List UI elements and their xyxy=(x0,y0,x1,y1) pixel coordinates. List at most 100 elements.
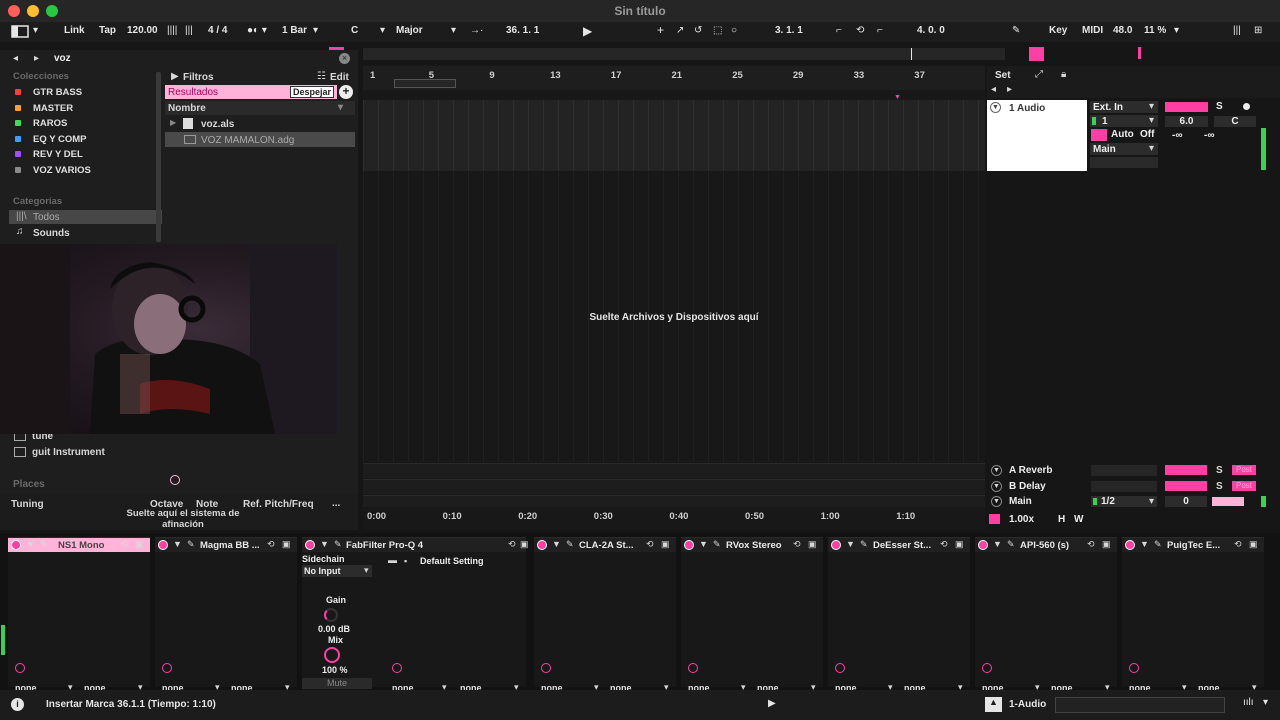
session-record-icon[interactable]: ○ xyxy=(731,25,737,36)
meter-icon[interactable]: ıılı xyxy=(1243,697,1254,708)
wrench-icon[interactable]: ✎ xyxy=(1154,539,1162,550)
overview-icon[interactable]: ||| xyxy=(1233,25,1241,36)
input-channel-dropdown[interactable]: 1 ▾ xyxy=(1090,115,1158,127)
loop-length-field[interactable]: 4. 0. 0 xyxy=(917,25,945,36)
device-6[interactable]: ▼ ✎ API-560 (s) ⟲ ▣ none ▾ none ▾ xyxy=(975,537,1117,693)
chevron-down-icon[interactable]: ▼ xyxy=(699,539,708,549)
mix-knob[interactable] xyxy=(324,647,340,663)
macro-knob[interactable] xyxy=(392,663,402,673)
time-signature-field[interactable]: 4 / 4 xyxy=(208,25,227,36)
chevron-down-icon[interactable]: ▼ xyxy=(1140,539,1149,549)
view-toggle-icon[interactable] xyxy=(11,24,29,41)
wrench-icon[interactable]: ✎ xyxy=(40,539,48,550)
draw-mode-icon[interactable]: ✎ xyxy=(1012,25,1020,36)
fold-icon[interactable]: ▼ xyxy=(991,481,1002,492)
clear-results-button[interactable]: Despejar xyxy=(290,86,335,98)
device-7[interactable]: ▼ ✎ PuigTec E... ⟲ ▣ none ▾ none ▾ xyxy=(1122,537,1264,693)
expand-triangle-icon[interactable]: ▶ xyxy=(170,118,176,127)
output-channel-dropdown[interactable] xyxy=(1090,157,1158,168)
solo-button[interactable]: S xyxy=(1216,101,1223,112)
send-a-value[interactable]: -∞ xyxy=(1172,130,1182,141)
pan-field[interactable]: C xyxy=(1214,116,1256,127)
preview-icon[interactable] xyxy=(170,475,180,485)
track-name[interactable]: 1 Audio xyxy=(1009,103,1045,114)
volume-field[interactable]: 6.0 xyxy=(1165,116,1208,127)
device-0[interactable]: ▼ ✎ NS1 Mono ⟲ ▣ none ▾ none ▾ xyxy=(8,537,150,693)
save-preset-icon[interactable]: ▣ xyxy=(135,539,144,550)
save-preset-icon[interactable]: ▣ xyxy=(808,539,817,550)
macro-knob[interactable] xyxy=(982,663,992,673)
save-preset-icon[interactable]: ▣ xyxy=(282,539,291,550)
macro-knob[interactable] xyxy=(688,663,698,673)
arm-button[interactable] xyxy=(1165,102,1208,112)
device-header[interactable]: ▼ ✎ API-560 (s) ⟲ ▣ xyxy=(975,538,1117,552)
chevron-down-icon[interactable]: ▼ xyxy=(26,539,35,549)
device-power-icon[interactable] xyxy=(11,540,21,550)
monitor-auto-button[interactable]: Auto xyxy=(1111,129,1134,140)
wrench-icon[interactable]: ✎ xyxy=(713,539,721,550)
chevron-down-icon[interactable]: ▾ xyxy=(1174,25,1179,36)
device-power-icon[interactable] xyxy=(537,540,547,550)
main-track[interactable]: ▼ Main 1/2 ▾ 0 xyxy=(987,495,1280,508)
chevron-down-icon[interactable]: ▾ xyxy=(33,25,38,36)
macro-knob[interactable] xyxy=(1129,663,1139,673)
view-grid-icon[interactable]: ⊞ xyxy=(1254,25,1262,36)
save-preset-icon[interactable]: ▣ xyxy=(955,539,964,550)
monitor-in-button[interactable] xyxy=(1091,129,1107,141)
follow-toggle[interactable] xyxy=(989,514,1000,524)
expand-triangle-icon[interactable]: ▶ xyxy=(171,71,179,82)
chevron-down-icon[interactable]: ▾ xyxy=(1263,697,1268,708)
fold-icon[interactable]: ▼ xyxy=(991,496,1002,507)
capture-icon[interactable]: ⬚ xyxy=(713,25,722,36)
macro-knob[interactable] xyxy=(162,663,172,673)
midi-map-label[interactable]: MIDI xyxy=(1082,25,1103,36)
follow-icon[interactable]: →· xyxy=(470,25,483,36)
result-item-selected[interactable]: VOZ MAMALON.adg xyxy=(165,132,355,147)
refresh-icon[interactable]: ⟲ xyxy=(267,539,275,550)
result-item[interactable]: ▶ voz.als xyxy=(165,116,355,131)
tempo-field[interactable]: 120.00 xyxy=(127,25,158,36)
device-header[interactable]: ▼ ✎ FabFilter Pro-Q 4 ⟲ ▣ xyxy=(302,538,529,552)
search-input[interactable]: voz xyxy=(54,53,71,64)
device-power-icon[interactable] xyxy=(1125,540,1135,550)
input-type-dropdown[interactable]: Ext. In ▾ xyxy=(1090,101,1158,113)
track-selector-icon[interactable]: ▲ xyxy=(985,697,1002,712)
macro-knob[interactable] xyxy=(15,663,25,673)
h-button[interactable]: H xyxy=(1058,514,1065,525)
refresh-icon[interactable]: ⟲ xyxy=(940,539,948,550)
category-item-all[interactable]: |||\ Todos xyxy=(9,210,162,224)
return-track-b[interactable]: ▼ B Delay S Post xyxy=(987,479,1280,494)
device-5[interactable]: ▼ ✎ DeEsser St... ⟲ ▣ none ▾ none ▾ xyxy=(828,537,970,693)
refresh-icon[interactable]: ⟲ xyxy=(508,539,516,550)
play-icon[interactable]: ▶ xyxy=(583,24,592,38)
name-column-header[interactable]: Nombre ▾ xyxy=(165,101,355,115)
device-4[interactable]: ▼ ✎ RVox Stereo ⟲ ▣ none ▾ none ▾ xyxy=(681,537,823,693)
refresh-icon[interactable]: ⟲ xyxy=(646,539,654,550)
chevron-down-icon[interactable]: ▼ xyxy=(552,539,561,549)
wrench-icon[interactable]: ✎ xyxy=(334,539,342,550)
key-root-dropdown[interactable]: C xyxy=(351,25,358,36)
track-header[interactable]: ▼ 1 Audio xyxy=(987,100,1087,171)
record-arm-icon[interactable] xyxy=(1243,103,1250,110)
return-track-a[interactable]: ▼ A Reverb S Post xyxy=(987,463,1280,478)
loop-start-field[interactable]: 3. 1. 1 xyxy=(775,25,803,36)
device-1[interactable]: ▼ ✎ Magma BB ... ⟲ ▣ none ▾ none ▾ xyxy=(155,537,297,693)
main-lane[interactable] xyxy=(363,495,985,507)
key-map-label[interactable]: Key xyxy=(1049,25,1067,36)
chevron-down-icon[interactable]: ▼ xyxy=(993,539,1002,549)
gain-knob[interactable] xyxy=(324,608,338,622)
return-solo[interactable]: S xyxy=(1216,481,1223,492)
left-arrow-icon[interactable]: ◂ xyxy=(991,84,996,95)
sidebar-scrollbar[interactable] xyxy=(156,72,161,242)
w-button[interactable]: W xyxy=(1074,514,1083,525)
return-post-button[interactable]: Post xyxy=(1232,465,1256,475)
folder-icon[interactable]: ▬ xyxy=(388,555,397,565)
clear-search-icon[interactable]: × xyxy=(339,53,350,64)
macro-knob[interactable] xyxy=(541,663,551,673)
output-dropdown[interactable]: Main ▾ xyxy=(1090,143,1158,155)
back-arrow-icon[interactable]: ◂ xyxy=(13,53,18,64)
save-preset-icon[interactable]: ▣ xyxy=(661,539,670,550)
nudge-icon[interactable]: ||| xyxy=(185,25,193,36)
scale-dropdown[interactable]: Major xyxy=(396,25,423,36)
return-lane-b[interactable] xyxy=(363,479,985,494)
